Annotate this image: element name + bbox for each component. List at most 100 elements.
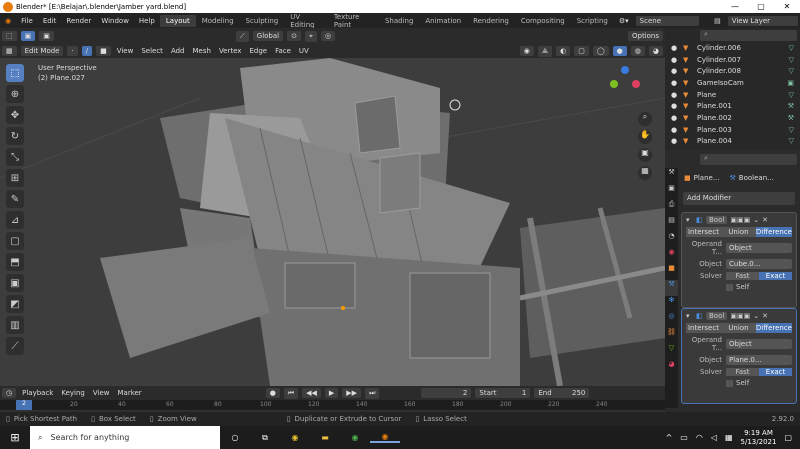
tray-chevron-icon[interactable]: ^ [666,433,673,442]
pivot-icon[interactable]: ⊙ [287,31,301,41]
eye-icon[interactable]: ● [665,126,683,134]
solver-exact-button[interactable]: Exact [759,272,792,280]
menu-edit[interactable]: Edit [38,17,62,25]
visibility-icon[interactable]: ◉ [519,46,534,56]
marker-menu[interactable]: Marker [113,389,145,397]
cortana-icon[interactable]: ○ [220,433,250,442]
view-layer-tab-icon[interactable]: ▤ [665,216,678,232]
move-icon[interactable]: ✥ [6,106,24,124]
next-key-icon[interactable]: ▶▶ [342,388,362,398]
solver-fast-button[interactable]: Fast [726,368,759,376]
material-tab-icon[interactable]: ◕ [665,360,678,376]
editmode-toggle-icon[interactable]: ▣ [730,312,737,320]
tab-rendering[interactable]: Rendering [467,15,515,27]
scene-icon[interactable]: ⚙▾ [614,17,634,25]
keying-menu[interactable]: Keying [57,389,89,397]
tab-sculpting[interactable]: Sculpting [240,15,285,27]
timeline-editor-icon[interactable]: ◷ [2,388,17,398]
chrome-profile-icon[interactable]: ◉ [340,433,370,442]
properties-search[interactable]: ⌕ [700,154,797,165]
intersect-button[interactable]: Intersect [686,227,721,237]
union-button[interactable]: Union [720,323,756,333]
add-cube-icon[interactable]: ▢ [6,232,24,250]
keyboard-icon[interactable]: ▦ [725,433,733,442]
pan-hand-icon[interactable]: ✋ [638,130,652,144]
eye-icon[interactable]: ● [665,91,683,99]
intersect-button[interactable]: Intersect [686,323,721,333]
volume-icon[interactable]: ◁ [711,433,717,442]
tab-modeling[interactable]: Modeling [196,15,240,27]
dropdown-chevron-icon[interactable]: ⌄ [753,216,759,224]
menu-view[interactable]: View [113,47,138,55]
shading-wire-icon[interactable]: ◯ [592,46,609,56]
proportional-icon[interactable]: ◎ [320,31,336,41]
eye-icon[interactable]: ● [665,137,683,145]
modifier-tab-icon[interactable]: ⚒ [665,280,678,296]
file-explorer-icon[interactable]: ▬ [310,433,340,442]
mode-select[interactable]: Edit Mode [20,46,64,56]
axis-x-icon[interactable] [632,80,640,88]
world-tab-icon[interactable]: ◉ [665,248,678,264]
render-tab-icon[interactable]: ▣ [665,184,678,200]
chrome-icon[interactable]: ◉ [280,433,310,442]
jump-end-icon[interactable]: ⏭ [365,387,380,399]
menu-render[interactable]: Render [61,17,96,25]
edge-select-icon[interactable]: / [81,46,93,56]
blender-taskbar-icon[interactable]: ◉ [370,432,400,443]
outliner-row[interactable]: ● ▼ Plane.003 ▽ [665,124,800,136]
transform-orientation-select[interactable]: Global [252,31,284,41]
notifications-icon[interactable]: ▢ [784,433,792,442]
snap-icon[interactable]: ⌖ [305,30,317,42]
solver-exact-button[interactable]: Exact [759,368,792,376]
xray-icon[interactable]: ▢ [574,46,589,56]
menu-edge[interactable]: Edge [245,47,271,55]
editor-type-icon[interactable]: ▦ [2,46,17,56]
3d-viewport[interactable]: User Perspective (2) Plane.027 ⌕ ✋ ▣ ▦ [0,58,665,386]
object-field[interactable]: Cube.0... [726,259,792,269]
outliner-row[interactable]: ● ▼ Plane.004 ▽ [665,136,800,148]
axis-y-icon[interactable] [610,80,618,88]
self-checkbox[interactable] [726,379,733,387]
data-tab-icon[interactable]: ▽ [665,344,678,360]
tool-tab-icon[interactable]: ⚒ [665,168,678,184]
gizmo-icon[interactable]: ⟁ [537,45,553,57]
scene-selector[interactable]: Scene [635,15,700,26]
knife-icon[interactable]: ⟋ [6,337,24,355]
select-mode-extend-icon[interactable]: ▣ [39,31,54,41]
constraints-tab-icon[interactable]: ⛓ [665,328,678,344]
eye-icon[interactable]: ● [665,56,683,64]
inset-icon[interactable]: ▣ [6,274,24,292]
outliner-row[interactable]: ● ▼ GameIsoCam ▣ [665,77,800,89]
menu-vertex[interactable]: Vertex [215,47,246,55]
scene-tab-icon[interactable]: ◔ [665,232,678,248]
tab-scripting[interactable]: Scripting [571,15,614,27]
tab-layout[interactable]: Layout [159,14,196,27]
editmode-toggle-icon[interactable]: ▣ [730,216,737,224]
remove-modifier-icon[interactable]: ✕ [762,216,768,224]
taskbar-search[interactable]: ⌕ Search for anything [30,426,220,449]
self-checkbox[interactable] [726,283,733,291]
record-icon[interactable]: ● [265,388,280,398]
modifier-name-field[interactable]: Bool [706,216,728,224]
difference-button[interactable]: Difference [755,323,792,333]
collapse-icon[interactable]: ▾ [686,216,696,224]
zoom-icon[interactable]: ⌕ [638,112,652,126]
outliner-row[interactable]: ● ▼ Cylinder.008 ▽ [665,65,800,77]
tab-animation[interactable]: Animation [419,15,467,27]
overlay-icon[interactable]: ◐ [556,46,571,56]
blender-menu-icon[interactable]: ◉ [0,17,16,25]
navigation-gizmo[interactable] [610,66,640,96]
remove-modifier-icon[interactable]: ✕ [762,312,768,320]
end-frame-field[interactable]: End 250 [534,388,590,398]
grid-icon[interactable]: ▦ [638,166,652,180]
playback-menu[interactable]: Playback [18,389,57,397]
view-layer-icon[interactable]: ▤ [709,17,726,25]
outliner-row[interactable]: ● ▼ Cylinder.007 ▽ [665,54,800,66]
windows-start-icon[interactable]: ⊞ [0,431,30,444]
extrude-icon[interactable]: ⬒ [6,253,24,271]
particles-tab-icon[interactable]: ✻ [665,296,678,312]
jump-start-icon[interactable]: ⏮ [283,387,299,399]
menu-uv[interactable]: UV [295,47,313,55]
wifi-icon[interactable]: ◠ [696,433,703,442]
outliner-row[interactable]: ● ▼ Cylinder.006 ▽ [665,42,800,54]
